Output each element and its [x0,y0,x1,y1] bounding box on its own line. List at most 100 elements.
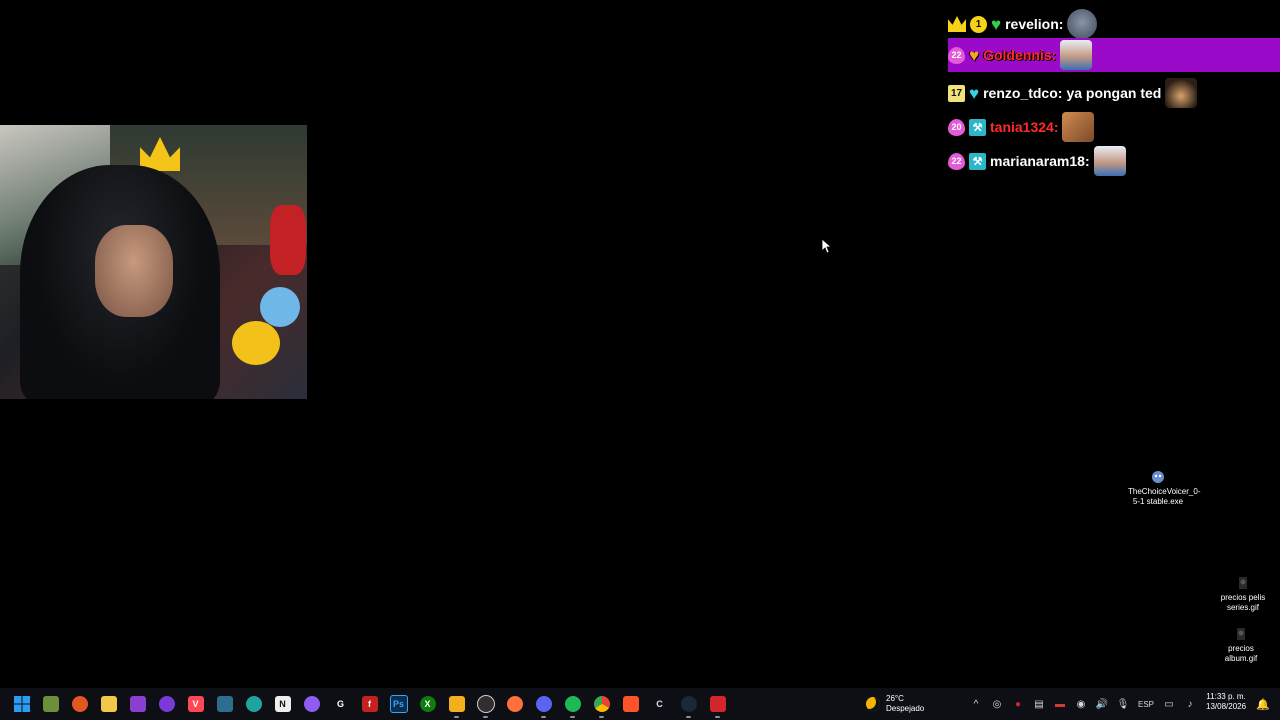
sub-badge-icon: 22 [948,152,965,170]
tray-chip-icon[interactable]: ▤ [1033,698,1045,710]
streamer-face [95,225,173,317]
chrome-icon [593,696,610,712]
steam-tray-icon[interactable]: ◉ [1075,698,1087,710]
taskbar-app-brave[interactable] [616,688,645,720]
taskbar-app-circle[interactable] [297,688,326,720]
volume-icon[interactable]: 🔊 [1096,698,1108,710]
running-indicator [686,716,691,718]
spotify-icon [564,696,581,712]
desktop-icon-thechoicevoicer[interactable]: TheChoiceVoicer_0-5-1 stable.exe [1128,470,1200,507]
desktop-icon-precios-album[interactable]: precios album.gif [1216,627,1266,664]
taskbar-app-flash[interactable]: f [355,688,384,720]
minecraft-icon [42,696,59,712]
xbox-icon: X [419,696,436,712]
desktop-icon-precios-pelis[interactable]: precios pelis series.gif [1216,576,1270,613]
notification-icon[interactable]: 🔔 [1256,698,1270,711]
black-cat-emote-icon [1165,78,1198,108]
chat-message: 22 ⚒ marianaram18: [948,144,1280,178]
purple-app-icon [129,696,146,712]
weather-text: 26°C Despejado [886,694,924,714]
circle-app-icon [303,696,320,712]
photoshop-icon: Ps [389,695,408,713]
valorant-icon: V [187,696,204,712]
chat-text: ya pongan ted [1066,85,1162,101]
chat-username: tania1324: [990,119,1059,135]
orange-heart-icon: ♥ [969,45,980,65]
taskbar-app-obs[interactable] [471,688,500,720]
brave-icon [622,696,639,712]
taskbar-app-spotify[interactable] [558,688,587,720]
g-app-icon: G [332,696,349,712]
davinci-icon [216,696,233,712]
sub-badge-icon: 22 [948,46,965,64]
gif-file-icon [1234,627,1248,641]
blue-plush-toy [260,287,300,327]
flash-icon: f [361,696,378,712]
chat-username: Goldennis: [983,47,1057,63]
taskbar-app-purple[interactable] [123,688,152,720]
man-emote-icon [1060,40,1093,70]
running-indicator [570,716,575,718]
taskbar-app-edge[interactable] [239,688,268,720]
discord-icon [535,696,552,712]
taskbar-app-minecraft[interactable] [36,688,65,720]
chat-message: 20 ⚒ tania1324: [948,110,1280,144]
taskbar-app-firefox[interactable] [500,688,529,720]
chat-username: marianaram18: [990,153,1090,169]
taskbar-app-firefox-dev[interactable] [65,688,94,720]
running-indicator [483,716,488,718]
folder-icon [100,696,117,712]
desktop-icon-label: precios album.gif [1224,644,1258,663]
moon-icon [866,697,880,711]
firefox-icon [506,696,523,712]
spiral-icon [158,696,175,712]
taskbar-app-davinci[interactable] [210,688,239,720]
microphone-icon[interactable]: 🎙 [1117,698,1130,710]
taskbar-app-notion[interactable]: N [268,688,297,720]
start-button[interactable] [7,688,36,720]
file-explorer-icon [448,696,465,712]
taskbar-app-discord[interactable] [529,688,558,720]
taskbar-app-photoshop[interactable]: Ps [384,688,413,720]
taskbar-app-g[interactable]: G [326,688,355,720]
network-icon[interactable]: ▭ [1163,698,1175,710]
taskbar-app-explorer[interactable] [442,688,471,720]
red-app-icon [709,696,726,712]
taskbar-app-steam[interactable] [674,688,703,720]
chat-message: 17 ♥ renzo_tdco: ya pongan ted [948,76,1280,110]
tray-app-icon[interactable]: ◎ [991,698,1003,710]
green-heart-icon: ♥ [991,14,1002,34]
man-emote-icon [1093,146,1126,176]
sub-badge-icon: 17 [948,84,965,102]
speaker-icon[interactable]: ♪ [1184,698,1196,710]
language-indicator[interactable]: ESP [1138,700,1154,709]
yellow-plush-toy [232,321,280,365]
clock-time: 11:33 p. m. [1206,692,1246,701]
taskbar-app-red[interactable] [703,688,732,720]
desktop: 1 ♥ revelion: 22 ♥ Goldennis: 17 ♥ renzo… [0,0,1280,688]
taskbar-app-valorant[interactable]: V [181,688,210,720]
tiger-cat-emote-icon [1062,112,1095,142]
taskbar-app-folder[interactable] [94,688,123,720]
edge-icon [245,696,262,712]
badge-1-icon: 1 [970,15,987,33]
notion-icon: N [274,696,291,712]
hammer-icon: ⚒ [969,152,986,170]
taskbar-app-xbox[interactable]: X [413,688,442,720]
running-indicator [715,716,720,718]
webcam-overlay [0,125,307,399]
fox-icon [71,696,88,712]
taskbar-clock[interactable]: 11:33 p. m. 13/08/2026 [1206,692,1246,712]
chat-username: revelion: [1005,16,1064,32]
cyan-heart-icon: ♥ [969,83,980,103]
chevron-up-icon[interactable]: ^ [970,698,982,710]
running-indicator [454,716,459,718]
obs-icon [476,695,495,713]
tray-red-icon[interactable]: ● [1012,698,1024,710]
weather-widget[interactable]: 26°C Despejado [866,688,924,720]
taskbar-app-chrome[interactable] [587,688,616,720]
windows-icon [13,696,30,712]
tray-recording-icon[interactable]: ▬ [1054,698,1066,710]
taskbar-app-spiral[interactable] [152,688,181,720]
taskbar-app-c[interactable]: C [645,688,674,720]
